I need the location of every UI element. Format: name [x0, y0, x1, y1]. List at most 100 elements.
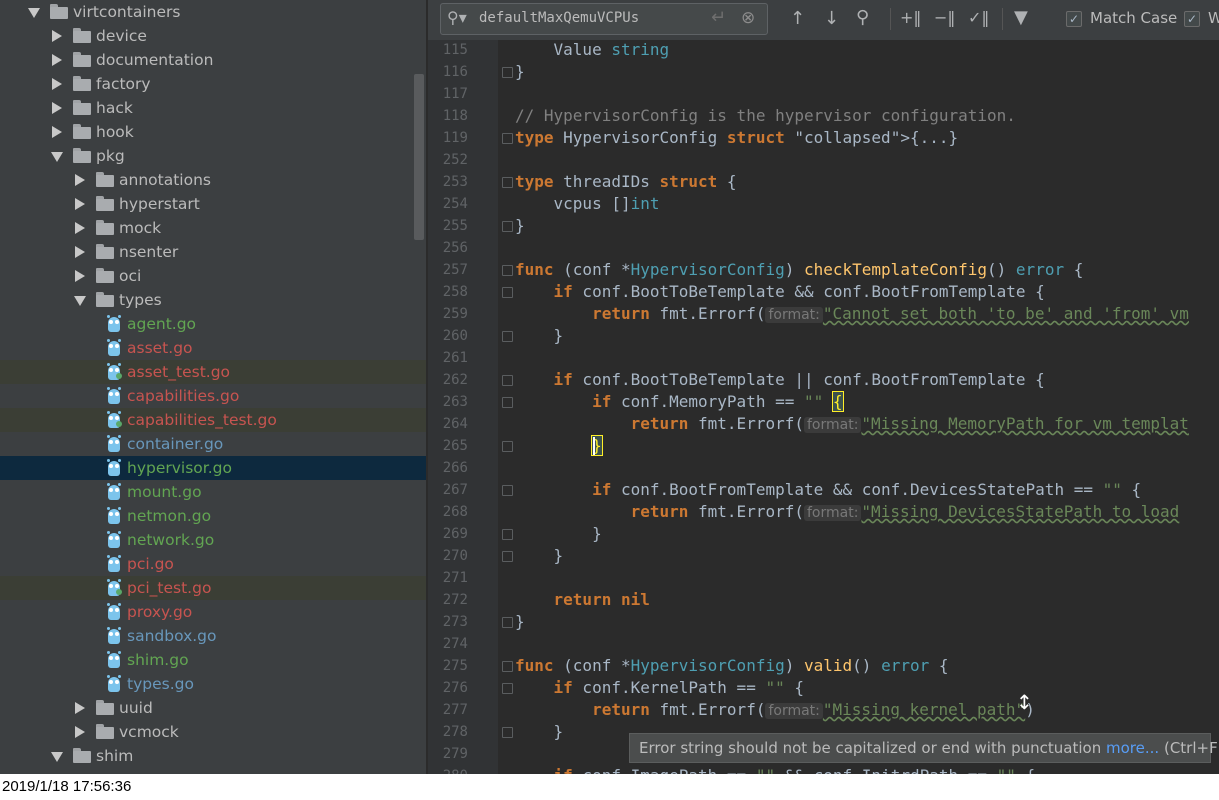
tree-item-container-go[interactable]: container.go [0, 432, 426, 456]
collapsed-arrow-icon[interactable] [75, 726, 85, 738]
code-line[interactable]: type threadIDs struct { [515, 171, 737, 193]
code-line[interactable]: type HypervisorConfig struct "collapsed"… [515, 127, 958, 149]
tree-item-hyperstart[interactable]: hyperstart [0, 192, 426, 216]
tree-item-shim[interactable]: shim [0, 744, 426, 768]
code-line[interactable]: func (conf *HypervisorConfig) valid() er… [515, 655, 949, 677]
code-line[interactable]: if conf.ImagePath == "" && conf.InitrdPa… [515, 765, 1036, 774]
collapsed-arrow-icon[interactable] [75, 222, 85, 234]
fold-marker-icon[interactable] [502, 485, 513, 496]
tree-item-network-go[interactable]: network.go [0, 528, 426, 552]
tree-item-hook[interactable]: hook [0, 120, 426, 144]
tree-item-annotations[interactable]: annotations [0, 168, 426, 192]
fold-marker-icon[interactable] [502, 661, 513, 672]
match-case-label[interactable]: Match Case [1090, 9, 1177, 27]
next-occurrence-icon[interactable]: ↓ [824, 9, 839, 29]
code-line[interactable]: if conf.BootFromTemplate && conf.Devices… [515, 479, 1141, 501]
code-line[interactable]: if conf.MemoryPath == "" { [515, 391, 844, 413]
collapsed-arrow-icon[interactable] [75, 702, 85, 714]
tree-item-asset-test-go[interactable]: asset_test.go [0, 360, 426, 384]
words-label[interactable]: W [1208, 9, 1219, 27]
project-tree[interactable]: virtcontainers device documentation factory… [0, 0, 426, 774]
tree-item-sandbox-go[interactable]: sandbox.go [0, 624, 426, 648]
fold-marker-icon[interactable] [502, 287, 513, 298]
search-field[interactable]: ⚲▾ ↵ ⊗ [440, 3, 768, 35]
add-selection-icon[interactable]: +‖ [900, 8, 921, 28]
fold-marker-icon[interactable] [502, 265, 513, 276]
fold-marker-icon[interactable] [502, 177, 513, 188]
tree-item-mount-go[interactable]: mount.go [0, 480, 426, 504]
filter-icon[interactable]: ▼ [1014, 8, 1028, 28]
fold-marker-icon[interactable] [502, 441, 513, 452]
code-line[interactable]: } [515, 435, 603, 457]
tree-item-capabilities-test-go[interactable]: capabilities_test.go [0, 408, 426, 432]
tooltip-more-link[interactable]: more... [1106, 739, 1159, 757]
tree-item-hypervisor-go[interactable]: hypervisor.go [0, 456, 426, 480]
expanded-arrow-icon[interactable] [51, 752, 63, 762]
fold-marker-icon[interactable] [502, 683, 513, 694]
code-line[interactable]: } [515, 325, 564, 347]
tree-item-oci[interactable]: oci [0, 264, 426, 288]
code-line[interactable]: } [515, 215, 525, 237]
remove-selection-icon[interactable]: −‖ [934, 8, 955, 28]
match-case-checkbox[interactable]: ✓ [1066, 11, 1082, 27]
prev-occurrence-icon[interactable]: ↑ [790, 9, 805, 29]
code-line[interactable]: } [515, 61, 525, 83]
fold-marker-icon[interactable] [502, 331, 513, 342]
fold-marker-icon[interactable] [502, 397, 513, 408]
collapsed-arrow-icon[interactable] [52, 102, 62, 114]
words-checkbox[interactable]: ✓ [1184, 11, 1200, 27]
code-line[interactable]: } [515, 545, 564, 567]
code-line[interactable]: Value string [515, 40, 670, 61]
code-line[interactable]: if conf.BootToBeTemplate && conf.BootFro… [515, 281, 1045, 303]
expanded-arrow-icon[interactable] [28, 8, 40, 18]
fold-marker-icon[interactable] [502, 529, 513, 540]
code-line[interactable]: } [515, 611, 525, 633]
tree-item-pkg[interactable]: pkg [0, 144, 426, 168]
tree-item-types-go[interactable]: types.go [0, 672, 426, 696]
collapsed-arrow-icon[interactable] [75, 174, 85, 186]
tree-item-pci-test-go[interactable]: pci_test.go [0, 576, 426, 600]
select-all-icon[interactable]: ✓‖ [968, 8, 989, 28]
tree-scrollbar[interactable] [414, 74, 424, 240]
tree-item-hack[interactable]: hack [0, 96, 426, 120]
tree-item-uuid[interactable]: uuid [0, 696, 426, 720]
collapsed-arrow-icon[interactable] [75, 270, 85, 282]
tree-item-virtcontainers[interactable]: virtcontainers [0, 0, 426, 24]
fold-marker-icon[interactable] [502, 551, 513, 562]
fold-marker-icon[interactable] [502, 375, 513, 386]
fold-marker-icon[interactable] [502, 133, 513, 144]
fold-marker-icon[interactable] [502, 67, 513, 78]
tree-item-factory[interactable]: factory [0, 72, 426, 96]
collapsed-arrow-icon[interactable] [52, 78, 62, 90]
tree-item-netmon-go[interactable]: netmon.go [0, 504, 426, 528]
tree-item-vcmock[interactable]: vcmock [0, 720, 426, 744]
code-line[interactable]: func (conf *HypervisorConfig) checkTempl… [515, 259, 1083, 281]
expanded-arrow-icon[interactable] [74, 296, 86, 306]
tree-item-nsenter[interactable]: nsenter [0, 240, 426, 264]
code-line[interactable]: if conf.BootToBeTemplate || conf.BootFro… [515, 369, 1045, 391]
fold-marker-icon[interactable] [502, 727, 513, 738]
tree-item-proxy-go[interactable]: proxy.go [0, 600, 426, 624]
collapsed-arrow-icon[interactable] [52, 30, 62, 42]
fold-marker-icon[interactable] [502, 221, 513, 232]
tree-item-asset-go[interactable]: asset.go [0, 336, 426, 360]
collapsed-arrow-icon[interactable] [75, 246, 85, 258]
tree-item-mock[interactable]: mock [0, 216, 426, 240]
fold-marker-icon[interactable] [502, 617, 513, 628]
find-all-icon[interactable]: ⚲ [856, 8, 869, 28]
clear-icon[interactable]: ⊗ [741, 8, 755, 28]
code-line[interactable]: // HypervisorConfig is the hypervisor co… [515, 105, 1016, 127]
tree-item-shim-go[interactable]: shim.go [0, 648, 426, 672]
code-line[interactable]: return fmt.Errorf(format: "Missing Memory… [515, 413, 1189, 436]
collapsed-arrow-icon[interactable] [75, 198, 85, 210]
search-input[interactable] [479, 10, 699, 26]
expanded-arrow-icon[interactable] [51, 152, 63, 162]
code-line[interactable]: return fmt.Errorf(format: "Missing Device… [515, 501, 1179, 524]
collapsed-arrow-icon[interactable] [52, 126, 62, 138]
collapsed-arrow-icon[interactable] [52, 54, 62, 66]
code-line[interactable]: vcpus []int [515, 193, 660, 215]
search-history-icon[interactable]: ⚲▾ [447, 8, 467, 28]
tree-item-types[interactable]: types [0, 288, 426, 312]
code-line[interactable]: return fmt.Errorf(format: "Missing kernel… [515, 699, 1035, 722]
tree-item-device[interactable]: device [0, 24, 426, 48]
